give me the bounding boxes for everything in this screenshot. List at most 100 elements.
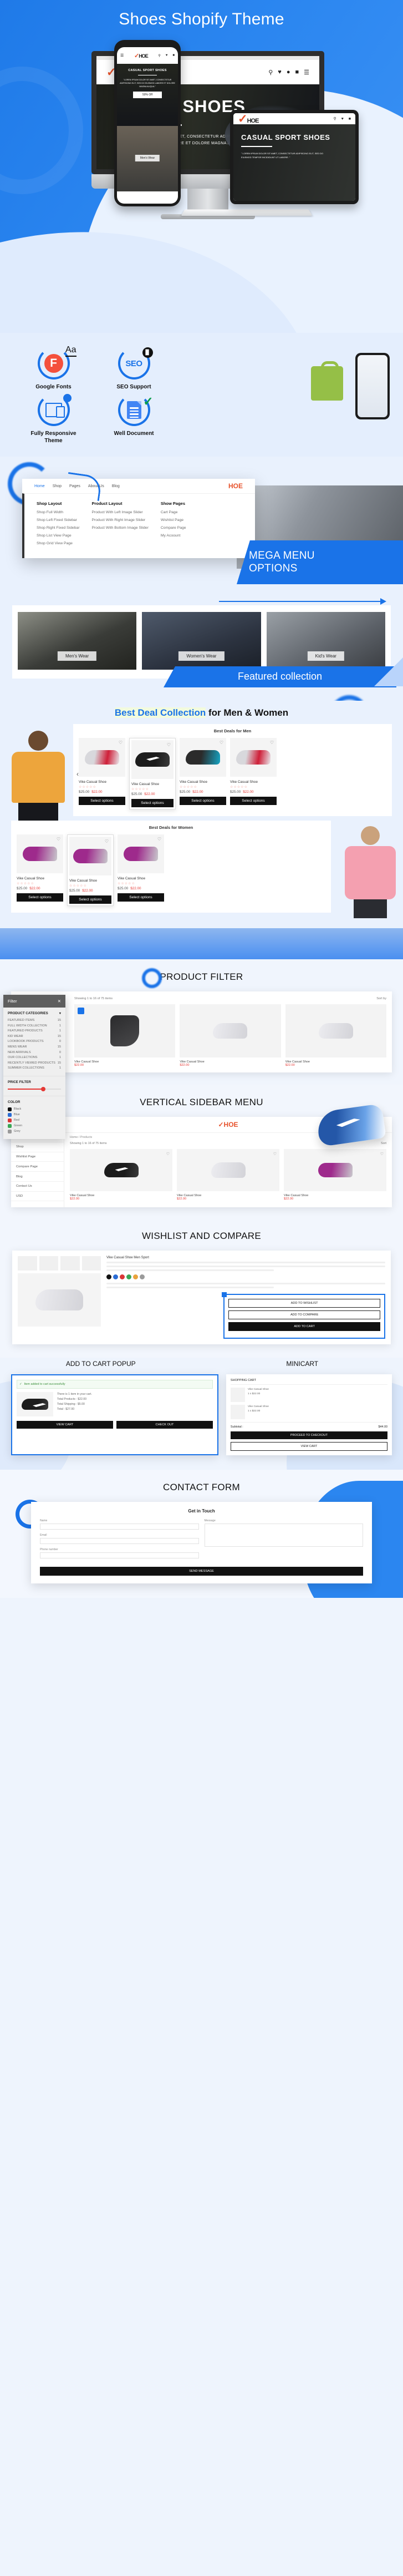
view-cart-button[interactable]: VIEW CART (230, 1442, 387, 1451)
filter-item[interactable]: FEATURED ITEMS 15 (8, 1019, 61, 1022)
wishlist-heart-icon[interactable]: ♡ (119, 740, 123, 745)
tablet-search-icon[interactable]: ⚲ (333, 117, 336, 121)
filter-item[interactable]: FULL WIDTH COLLECTION 1 (8, 1024, 61, 1028)
search-icon[interactable]: ⚲ (268, 69, 273, 76)
menu-link[interactable]: Shop List View Page (37, 534, 79, 538)
menu-link[interactable]: Cart Page (161, 510, 186, 514)
swatch[interactable] (140, 1274, 145, 1279)
nav-item-home[interactable]: Home (34, 484, 45, 488)
filter-item[interactable]: FEATURED PRODUCTS 1 (8, 1029, 61, 1033)
color-option[interactable]: Black (8, 1107, 61, 1111)
product-card[interactable]: ♡ Vike Casual Shoe ☆☆☆☆☆ $25.00 $22.00 Se… (180, 738, 226, 805)
select-options-button[interactable]: Select options (180, 797, 226, 805)
phone-search-icon[interactable]: ⚲ (158, 54, 160, 58)
product-card[interactable]: ♡ Vike Casual Shoe ☆☆☆☆☆ $25.00 $22.00 Se… (17, 834, 63, 902)
sidebar-item-shop[interactable]: Shop (11, 1142, 64, 1152)
wishlist-heart-icon[interactable]: ♡ (220, 740, 223, 745)
product-card[interactable]: ♡ Vike Casual Shoe $22.00 (284, 1149, 386, 1201)
thumbnail[interactable] (81, 1256, 101, 1271)
color-option[interactable]: Grey (8, 1129, 61, 1133)
select-options-button[interactable]: Select options (230, 797, 277, 805)
sort-select[interactable]: Sort (381, 1142, 386, 1145)
menu-link[interactable]: Shop Grid View Page (37, 541, 79, 545)
sidebar-item-contact[interactable]: Contact Us (11, 1182, 64, 1192)
proceed-to-checkout-button[interactable]: PROCEED TO CHECKOUT (230, 1431, 387, 1439)
minicart-item[interactable]: Vike Casual Shoe 1 x $22.00 (230, 1405, 387, 1419)
collection-tag[interactable]: Men's Wear (58, 651, 97, 661)
menu-icon[interactable]: ☰ (304, 69, 309, 76)
collection-tag[interactable]: Kid's Wear (307, 651, 344, 661)
menu-link[interactable]: Shop Left Fixed Sidebar (37, 518, 79, 522)
product-card[interactable]: ♡ Vike Casual Shoe ☆☆☆☆☆ $25.00 $22.00 Se… (118, 834, 164, 902)
carousel-prev-icon[interactable]: ‹ (76, 770, 79, 778)
heart-icon[interactable]: ♥ (278, 69, 282, 75)
close-icon[interactable]: ✕ (58, 999, 61, 1004)
sidebar-item-wishlist[interactable]: Wishlist Page (11, 1152, 64, 1162)
filter-item[interactable]: RECENTLY VIEWED PRODUCTS 15 (8, 1061, 61, 1065)
color-option[interactable]: Red (8, 1118, 61, 1122)
collection-tile-mens[interactable]: Men's Wear (18, 612, 137, 670)
select-options-button[interactable]: Select options (131, 799, 174, 807)
color-option[interactable]: Blue (8, 1112, 61, 1117)
user-icon[interactable]: ● (287, 69, 290, 75)
menu-link[interactable]: Wishlist Page (161, 518, 186, 522)
minicart-item[interactable]: Vike Casual Shoe 1 x $22.00 (230, 1388, 387, 1402)
wishlist-heart-icon[interactable]: ♡ (105, 839, 109, 844)
thumbnail[interactable] (39, 1256, 58, 1271)
product-card[interactable]: ♡ Vike Casual Shoe ☆☆☆☆☆ $25.00 $22.00 Se… (129, 738, 176, 809)
price-range-slider[interactable] (8, 1086, 61, 1091)
collection-tag[interactable]: Women's Wear (178, 651, 225, 661)
phone-heart-icon[interactable]: ♥ (166, 54, 168, 57)
message-field[interactable] (204, 1524, 363, 1547)
product-card[interactable]: ♡ Vike Casual Shoe ☆☆☆☆☆ $25.00 $22.00 Se… (230, 738, 277, 805)
wishlist-heart-icon[interactable]: ♡ (157, 837, 161, 842)
tablet-cart-icon[interactable]: ■ (349, 117, 351, 121)
checkout-button[interactable]: CHECK OUT (116, 1421, 213, 1429)
swatch[interactable] (120, 1274, 125, 1279)
swatch[interactable] (106, 1274, 111, 1279)
sort-select[interactable]: Sort by (376, 997, 386, 1000)
filter-item[interactable]: OUR COLLECTIONS 1 (8, 1056, 61, 1059)
menu-link[interactable]: Product With Right Image Slider (91, 518, 148, 522)
tablet-heart-icon[interactable]: ♥ (341, 117, 344, 121)
phone-cart-icon[interactable]: ■ (172, 54, 175, 57)
filter-item[interactable]: NEW ARRIVALS 0 (8, 1051, 61, 1054)
sidebar-item-compare[interactable]: Compare Page (11, 1162, 64, 1172)
nav-item-shop[interactable]: Shop (53, 484, 62, 488)
send-message-button[interactable]: SEND MESSAGE (40, 1567, 363, 1576)
product-card[interactable]: Vike Casual Shoe $22.00 (74, 1004, 176, 1067)
swatch[interactable] (133, 1274, 138, 1279)
add-to-cart-button[interactable]: ADD TO CART (228, 1322, 380, 1331)
filter-item[interactable]: LOOKBOOK PRODUCTS 0 (8, 1040, 61, 1043)
phone-category-tag[interactable]: Men's Wear (135, 155, 160, 161)
menu-link[interactable]: My Acoount (161, 534, 186, 538)
chevron-down-icon[interactable]: ▾ (59, 1011, 61, 1015)
add-to-wishlist-button[interactable]: ADD TO WISHLIST (228, 1299, 380, 1308)
select-options-button[interactable]: Select options (118, 893, 164, 902)
wishlist-heart-icon[interactable]: ♡ (380, 1152, 384, 1156)
color-option[interactable]: Green (8, 1123, 61, 1128)
product-card[interactable]: ♡ Vike Casual Shoe ☆☆☆☆☆ $25.00 $22.00 Se… (79, 738, 125, 805)
collection-tile-kids[interactable]: Kid's Wear (266, 612, 385, 670)
product-card[interactable]: ♡ Vike Casual Shoe $22.00 (70, 1149, 172, 1201)
menu-link[interactable]: Compare Page (161, 526, 186, 530)
filter-section-heading[interactable]: PRODUCT CATEGORIES ▾ (8, 1011, 61, 1015)
select-options-button[interactable]: Select options (17, 893, 63, 902)
menu-link[interactable]: Shop Right Fixed Sidebar (37, 526, 79, 530)
product-card[interactable]: Vike Casual Shoe $22.00 (180, 1004, 281, 1067)
phone-menu-icon[interactable]: ☰ (120, 53, 124, 58)
wishlist-heart-icon[interactable]: ♡ (167, 742, 171, 747)
wishlist-heart-icon[interactable]: ♡ (166, 1152, 170, 1156)
menu-link[interactable]: Product With Left Image Slider (91, 510, 148, 514)
sidebar-item-blog[interactable]: Blog (11, 1172, 64, 1182)
cart-icon[interactable]: ■ (295, 69, 299, 75)
add-to-compare-button[interactable]: ADD TO COMPARE (228, 1310, 380, 1319)
view-cart-button[interactable]: VIEW CART (17, 1421, 113, 1429)
name-field[interactable] (40, 1524, 199, 1530)
product-card[interactable]: ♡ Vike Casual Shoe $22.00 (177, 1149, 279, 1201)
sidebar-item-usd[interactable]: USD (11, 1192, 64, 1202)
menu-link[interactable]: Shop Full Width (37, 510, 79, 514)
email-field[interactable] (40, 1538, 199, 1544)
phone-field[interactable] (40, 1552, 199, 1558)
product-card[interactable]: Vike Casual Shoe $22.00 (285, 1004, 386, 1067)
